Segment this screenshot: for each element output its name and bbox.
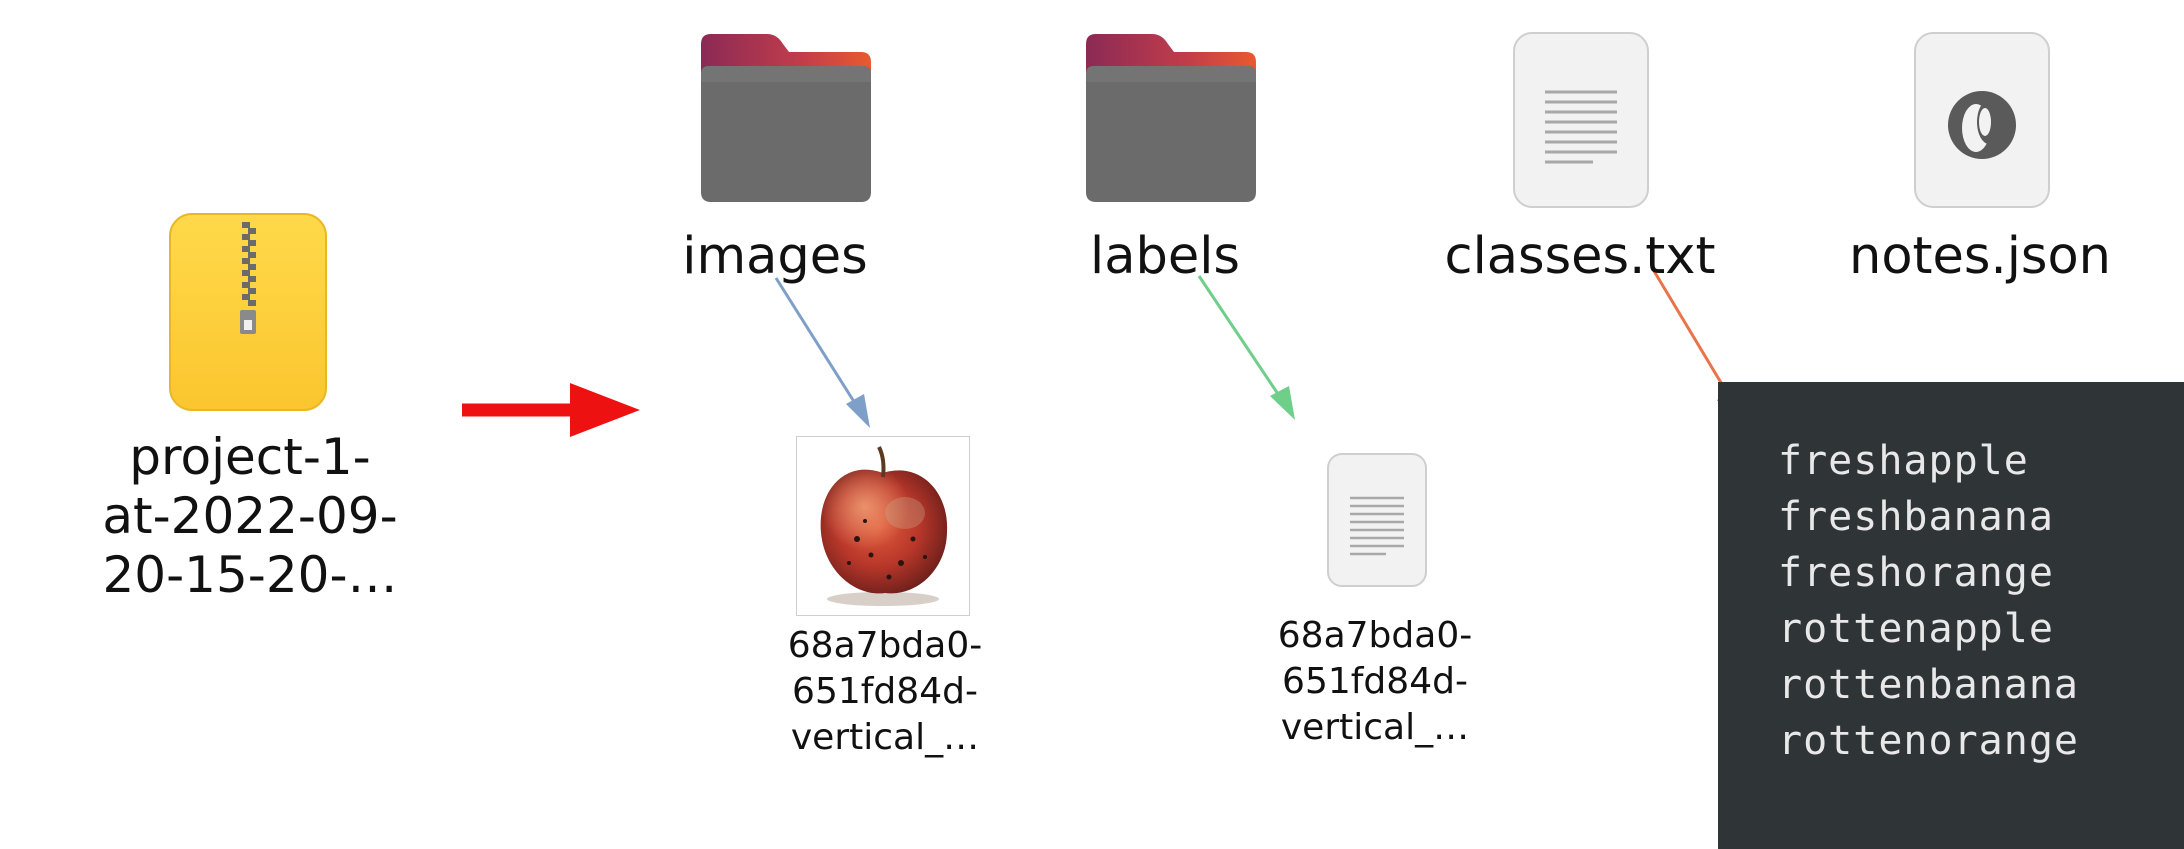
text-file-icon [1513, 32, 1649, 208]
file-classes-txt-label: classes.txt [1444, 227, 1716, 286]
image-file-label-line-2: 651fd84d- [792, 671, 978, 712]
class-line: rottenapple [1778, 606, 2054, 652]
apple-thumbnail-icon [820, 446, 948, 606]
label-file-item[interactable]: 68a7bda0- 651fd84d- vertical_… [1250, 436, 1500, 796]
class-line: rottenbanana [1778, 662, 2079, 708]
folder-icon [1086, 34, 1256, 202]
file-notes-json-label: notes.json [1849, 227, 2111, 286]
folder-images-label: images [682, 227, 868, 286]
folder-icon [701, 34, 871, 202]
file-notes-json[interactable]: notes.json [1830, 20, 2130, 286]
label-file-label-line-2: 651fd84d- [1282, 661, 1468, 702]
label-file-label-line-1: 68a7bda0- [1277, 615, 1473, 656]
class-line: freshbanana [1778, 494, 2054, 540]
images-arrow [774, 277, 870, 428]
image-file-label-line-3: vertical_… [790, 717, 980, 758]
labels-arrow [1197, 275, 1295, 420]
label-file-label-line-3: vertical_… [1280, 707, 1470, 748]
file-classes-txt[interactable]: classes.txt [1420, 20, 1740, 286]
folder-labels[interactable]: labels [1050, 20, 1280, 286]
json-file-icon [1914, 32, 2050, 208]
class-line: freshorange [1778, 550, 2054, 596]
image-file-item[interactable]: 68a7bda0- 651fd84d- vertical_… [760, 436, 1010, 796]
text-file-icon [1327, 453, 1427, 587]
image-file-label-line-1: 68a7bda0- [787, 625, 983, 666]
folder-images[interactable]: images [660, 20, 890, 286]
extract-arrow [462, 383, 640, 437]
classes-content-panel: freshapple freshbanana freshorange rotte… [1718, 382, 2184, 849]
thumbnail-frame [796, 436, 970, 616]
folder-labels-label: labels [1090, 227, 1240, 286]
class-line: freshapple [1778, 438, 2029, 484]
class-line: rottenorange [1778, 718, 2079, 764]
